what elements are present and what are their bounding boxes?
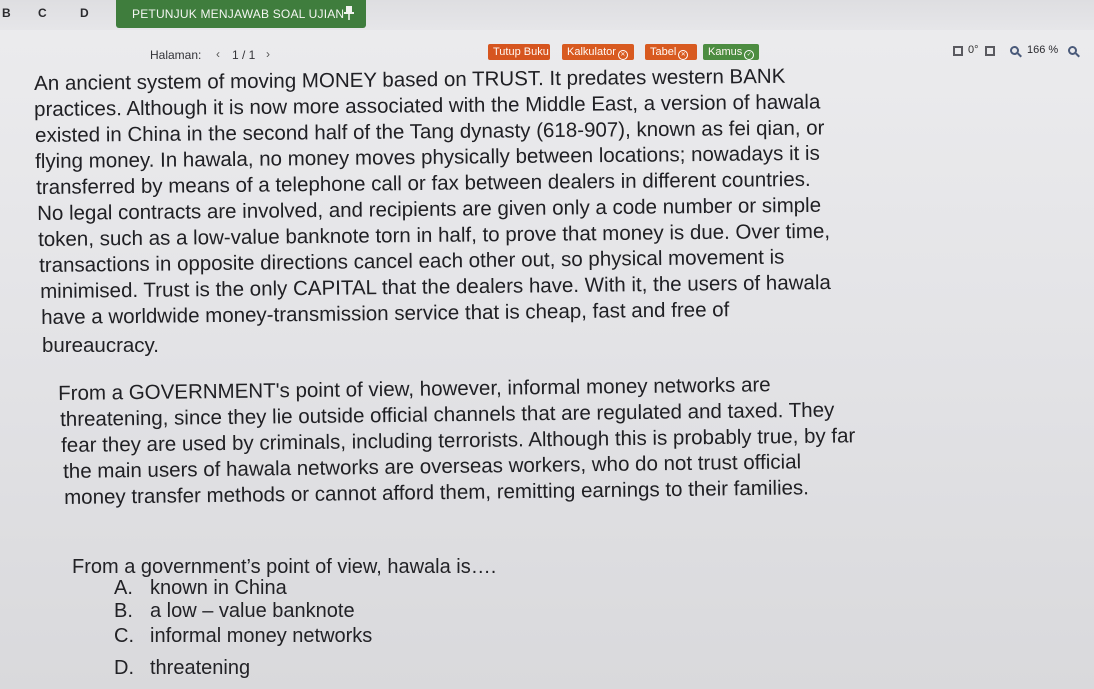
option-c[interactable]: C. informal money networks bbox=[114, 625, 372, 648]
option-text: known in China bbox=[150, 577, 287, 599]
passage-line: have a worldwide money-transmission serv… bbox=[41, 298, 730, 329]
option-text: threatening bbox=[150, 657, 251, 679]
option-letter: C. bbox=[114, 625, 134, 647]
passage-line: bureaucracy. bbox=[42, 334, 159, 357]
option-letter: B. bbox=[114, 600, 133, 622]
option-letter: A. bbox=[114, 577, 133, 599]
option-b[interactable]: B. a low – value banknote bbox=[114, 600, 355, 623]
question-text: From a government’s point of view, hawal… bbox=[72, 556, 497, 578]
option-text: a low – value banknote bbox=[150, 600, 355, 622]
option-text: informal money networks bbox=[150, 625, 373, 647]
option-d[interactable]: D. threatening bbox=[114, 657, 250, 680]
option-letter: D. bbox=[114, 657, 134, 679]
option-a[interactable]: A. known in China bbox=[114, 577, 287, 600]
